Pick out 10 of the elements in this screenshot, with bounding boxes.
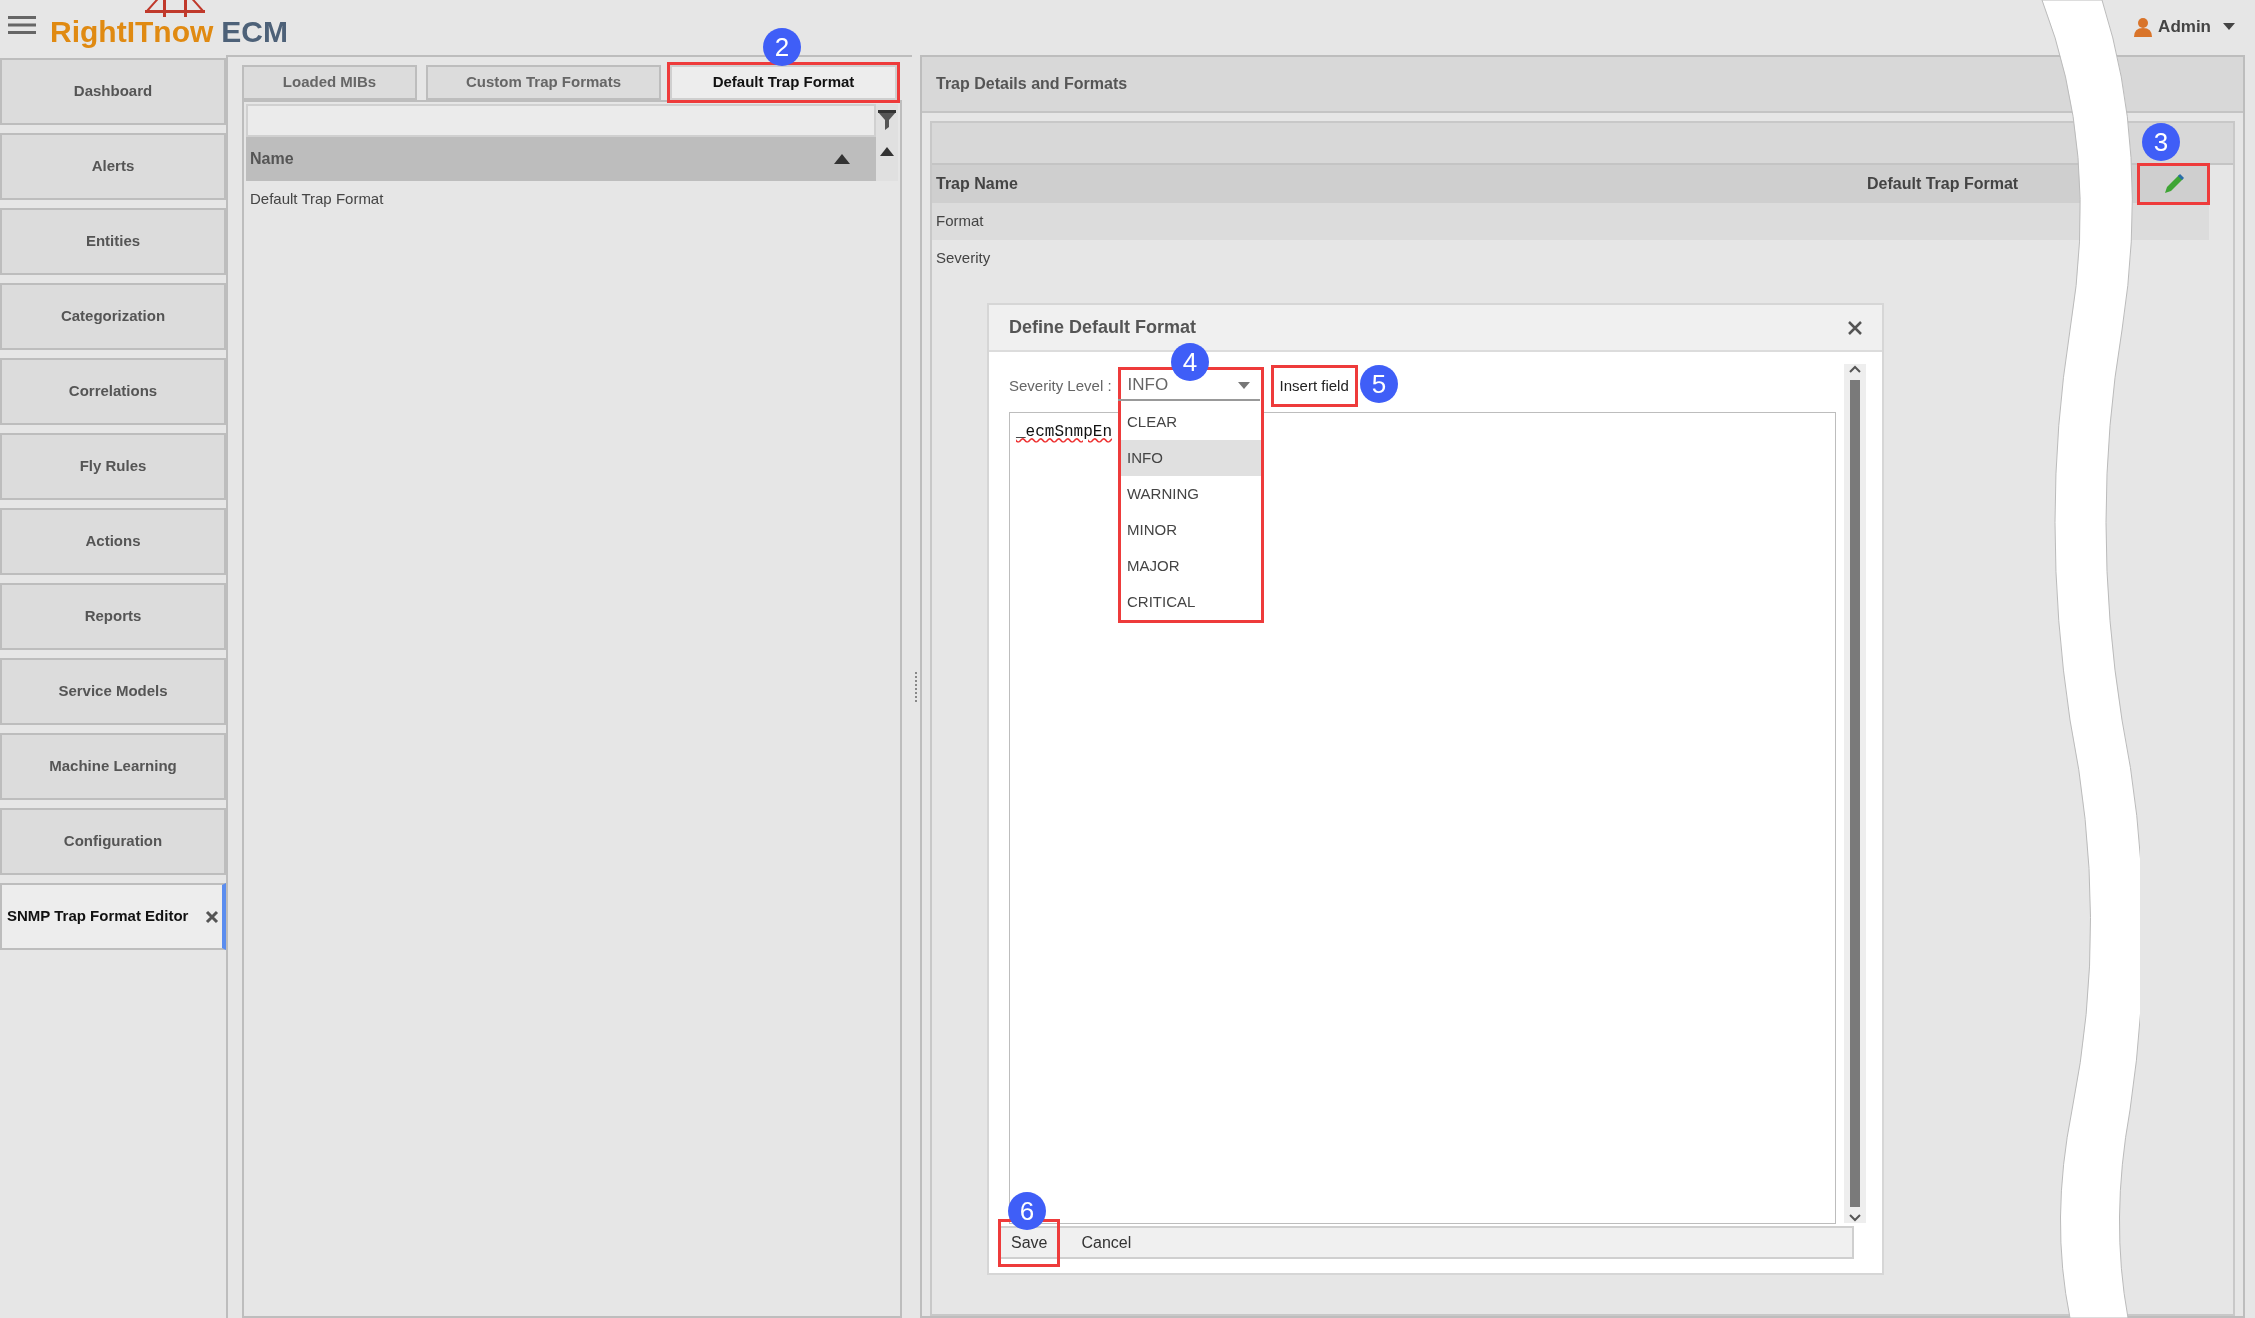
table-cell-text: Format: [936, 211, 984, 232]
column-header: Default Trap Format: [1867, 174, 2019, 194]
panel-title: Trap Details and Formats: [936, 74, 1128, 94]
table-cell-text: Severity: [936, 248, 991, 269]
column-header: Trap Name: [936, 174, 1019, 194]
callout-badge: 2: [763, 28, 801, 66]
brand-logo: RightITnow: [50, 16, 214, 47]
field-label: Severity Level :: [1009, 375, 1112, 396]
dialog-title: Define Default Format: [1009, 316, 1197, 339]
product-name: ECM: [221, 16, 288, 47]
